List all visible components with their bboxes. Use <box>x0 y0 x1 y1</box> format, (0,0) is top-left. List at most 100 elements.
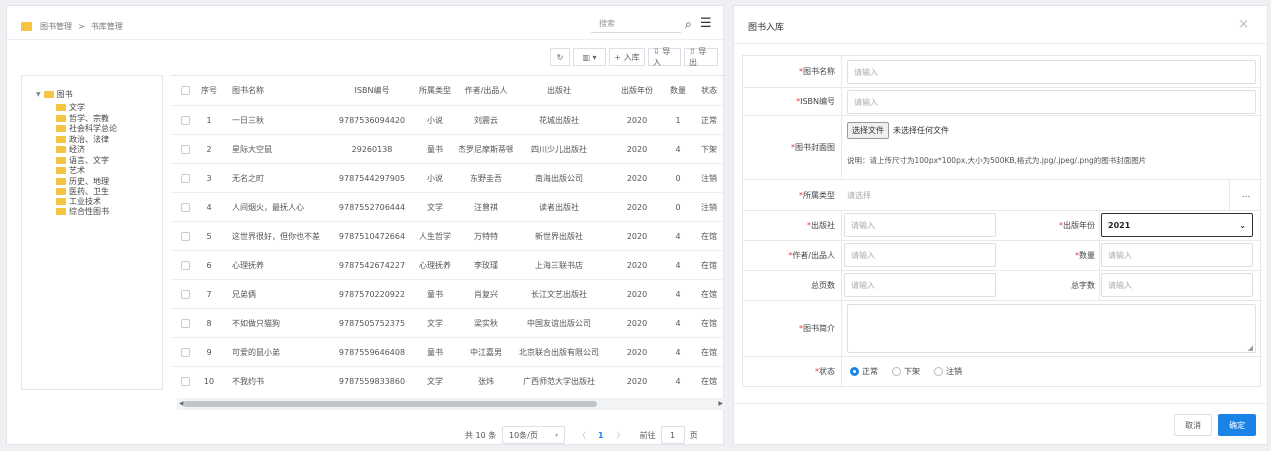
refresh-button[interactable]: ↻ <box>550 48 570 66</box>
select-all-checkbox[interactable] <box>175 76 195 105</box>
row-checkbox[interactable] <box>175 193 195 221</box>
table-row[interactable]: 7 兄弟俩 9787570220922 童书 肖复兴 长江文艺出版社 2020 4 在馆 <box>171 280 725 309</box>
status-radio-cancelled[interactable]: 注销 <box>934 366 962 377</box>
tree-item[interactable]: 文学 <box>56 102 85 113</box>
tree-root[interactable]: ▼ 图书 <box>36 89 73 100</box>
page-unit-label: 页 <box>689 430 698 440</box>
confirm-button[interactable]: 确定 <box>1218 414 1256 436</box>
row-checkbox[interactable] <box>175 309 195 337</box>
form-row-category: * 所属类型 请选择 ... <box>742 180 1261 211</box>
col-header-status: 状态 <box>701 86 717 95</box>
tree-item-label: 文学 <box>69 103 85 112</box>
folder-icon <box>56 167 66 174</box>
row-type: 文学 <box>427 376 443 386</box>
next-page-button[interactable]: 〉 <box>617 430 625 441</box>
row-author: 汪曾祺 <box>474 202 498 212</box>
export-button[interactable]: ⇧ 导出 <box>684 47 718 67</box>
row-checkbox[interactable] <box>175 106 195 134</box>
row-status: 在馆 <box>701 289 717 299</box>
row-quantity: 4 <box>675 260 681 270</box>
tree-item[interactable]: 艺术 <box>56 165 85 176</box>
row-index: 3 <box>206 173 212 183</box>
table-row[interactable]: 2 星际大空鼠 29260138 童书 杰罗尼摩斯蒂顿 四川少儿出版社 2020 4 下架 <box>171 135 725 164</box>
caret-down-icon[interactable]: ▼ <box>36 91 41 98</box>
scrollbar-thumb[interactable] <box>183 401 597 407</box>
cover-hint: 说明：请上传尺寸为100px*100px,大小为500KB,格式为.jpg/.j… <box>847 156 1147 165</box>
folder-icon <box>56 104 66 111</box>
page-size-value: 10条/页 <box>509 430 538 440</box>
divider <box>734 43 1267 44</box>
row-checkbox[interactable] <box>175 135 195 163</box>
table-row[interactable]: 8 不如做只猫狗 9787505752375 文学 梁实秋 中国友谊出版公司 2020 4 在馆 <box>171 309 725 338</box>
table-row[interactable]: 3 无名之町 9787544297905 小说 东野圭吾 南海出版公司 2020 0 注销 <box>171 164 725 193</box>
pages-input[interactable]: 请输入 <box>844 273 996 297</box>
dialog-title: 图书入库 <box>748 23 785 33</box>
breadcrumb-separator: > <box>78 21 85 31</box>
page-size-select[interactable]: 10条/页 ▾ <box>502 426 565 444</box>
intro-textarea[interactable]: ◢ <box>847 304 1256 353</box>
row-author: 万特特 <box>474 231 498 241</box>
col-header-publisher: 出版社 <box>547 86 571 95</box>
table-row[interactable]: 1 一日三秋 9787536094420 小说 刘震云 花城出版社 2020 1 正常 <box>171 106 725 135</box>
book-list-panel: 图书管理 > 书库管理 搜索 ⌕ ☰ ↻ ▥ ▾ + 入库 ⇩ 导入 ⇧ 导出 … <box>6 5 725 445</box>
row-isbn: 9787544297905 <box>338 173 406 183</box>
chevron-down-icon: ▾ <box>554 431 558 439</box>
table-row[interactable]: 10 不我约书 9787559833860 文学 张炜 广西师范大学出版社 2020 4 在馆 <box>171 367 725 391</box>
year-select[interactable]: 2021 ⌄ <box>1101 213 1253 237</box>
row-author: 梁实秋 <box>474 318 498 328</box>
breadcrumb-root[interactable]: 图书管理 <box>40 21 72 32</box>
row-checkbox[interactable] <box>175 222 195 250</box>
tree-item[interactable]: 综合性图书 <box>56 206 109 217</box>
book-name-input[interactable]: 请输入 <box>847 60 1256 84</box>
breadcrumb: 图书管理 > 书库管理 <box>21 18 123 34</box>
row-quantity: 4 <box>675 376 681 386</box>
row-checkbox[interactable] <box>175 251 195 279</box>
row-publisher: 四川少儿出版社 <box>531 144 587 154</box>
tree-item[interactable]: 经济 <box>56 144 85 155</box>
horizontal-scrollbar[interactable]: ◀ ▶ <box>177 398 725 410</box>
breadcrumb-current: 书库管理 <box>90 21 123 31</box>
goto-page-input[interactable]: 1 <box>660 426 685 444</box>
row-checkbox[interactable] <box>175 338 195 366</box>
row-quantity: 4 <box>675 318 681 328</box>
add-book-button[interactable]: + 入库 <box>609 48 645 66</box>
row-index: 9 <box>206 347 212 357</box>
row-title: 一日三秋 <box>232 115 264 125</box>
category-label: * 所属类型 <box>799 190 835 200</box>
choose-file-button[interactable]: 选择文件 <box>847 122 889 139</box>
close-icon[interactable]: × <box>1238 17 1249 32</box>
quantity-input[interactable]: 请输入 <box>1101 243 1253 267</box>
words-input[interactable]: 请输入 <box>1101 273 1253 297</box>
prev-page-button[interactable]: 〈 <box>578 430 586 441</box>
table-row[interactable]: 9 可爱的鼠小弟 9787559646408 童书 中江嘉男 北京联合出版有限公司 2020… <box>171 338 725 367</box>
cancel-button[interactable]: 取消 <box>1174 414 1212 436</box>
words-label: 总字数 <box>1071 281 1095 290</box>
row-checkbox[interactable] <box>175 367 195 391</box>
table-row[interactable]: 4 人间烟火，最抚人心 9787552706444 文学 汪曾祺 读者出版社 2020 0 注销 <box>171 193 725 222</box>
status-radio-offshelf[interactable]: 下架 <box>892 366 920 377</box>
table-row[interactable]: 6 心理抚养 9787542674227 心理抚养 李玫瑾 上海三联书店 2020 4 在馆 <box>171 251 725 280</box>
category-select[interactable]: 请选择 <box>841 180 1230 210</box>
scroll-right-icon[interactable]: ▶ <box>718 398 723 410</box>
columns-button[interactable]: ▥ ▾ <box>573 48 606 66</box>
publisher-input[interactable]: 请输入 <box>844 213 996 237</box>
list-menu-icon[interactable]: ☰ <box>700 15 712 33</box>
row-checkbox[interactable] <box>175 280 195 308</box>
status-radio-normal[interactable]: 正常 <box>850 366 878 377</box>
author-input[interactable]: 请输入 <box>844 243 996 267</box>
category-more-button[interactable]: ... <box>1231 180 1261 210</box>
row-isbn: 9787552706444 <box>338 202 406 212</box>
search-input[interactable]: 搜索 <box>591 15 681 33</box>
folder-icon <box>21 21 32 31</box>
quantity-label: * 数量 <box>1075 251 1095 260</box>
row-checkbox[interactable] <box>175 164 195 192</box>
import-button[interactable]: ⇩ 导入 <box>648 47 681 67</box>
isbn-input[interactable]: 请输入 <box>847 90 1256 114</box>
folder-icon <box>56 115 66 122</box>
row-title: 星际大空鼠 <box>232 144 272 154</box>
tree-item[interactable]: 社会科学总论 <box>56 123 117 134</box>
table-row[interactable]: 5 这世界很好，但你也不差 9787510472664 人生哲学 万特特 新世界出版社 20… <box>171 222 725 251</box>
search-icon[interactable]: ⌕ <box>685 15 692 33</box>
resize-handle-icon[interactable]: ◢ <box>1248 344 1253 352</box>
current-page[interactable]: 1 <box>598 431 604 440</box>
